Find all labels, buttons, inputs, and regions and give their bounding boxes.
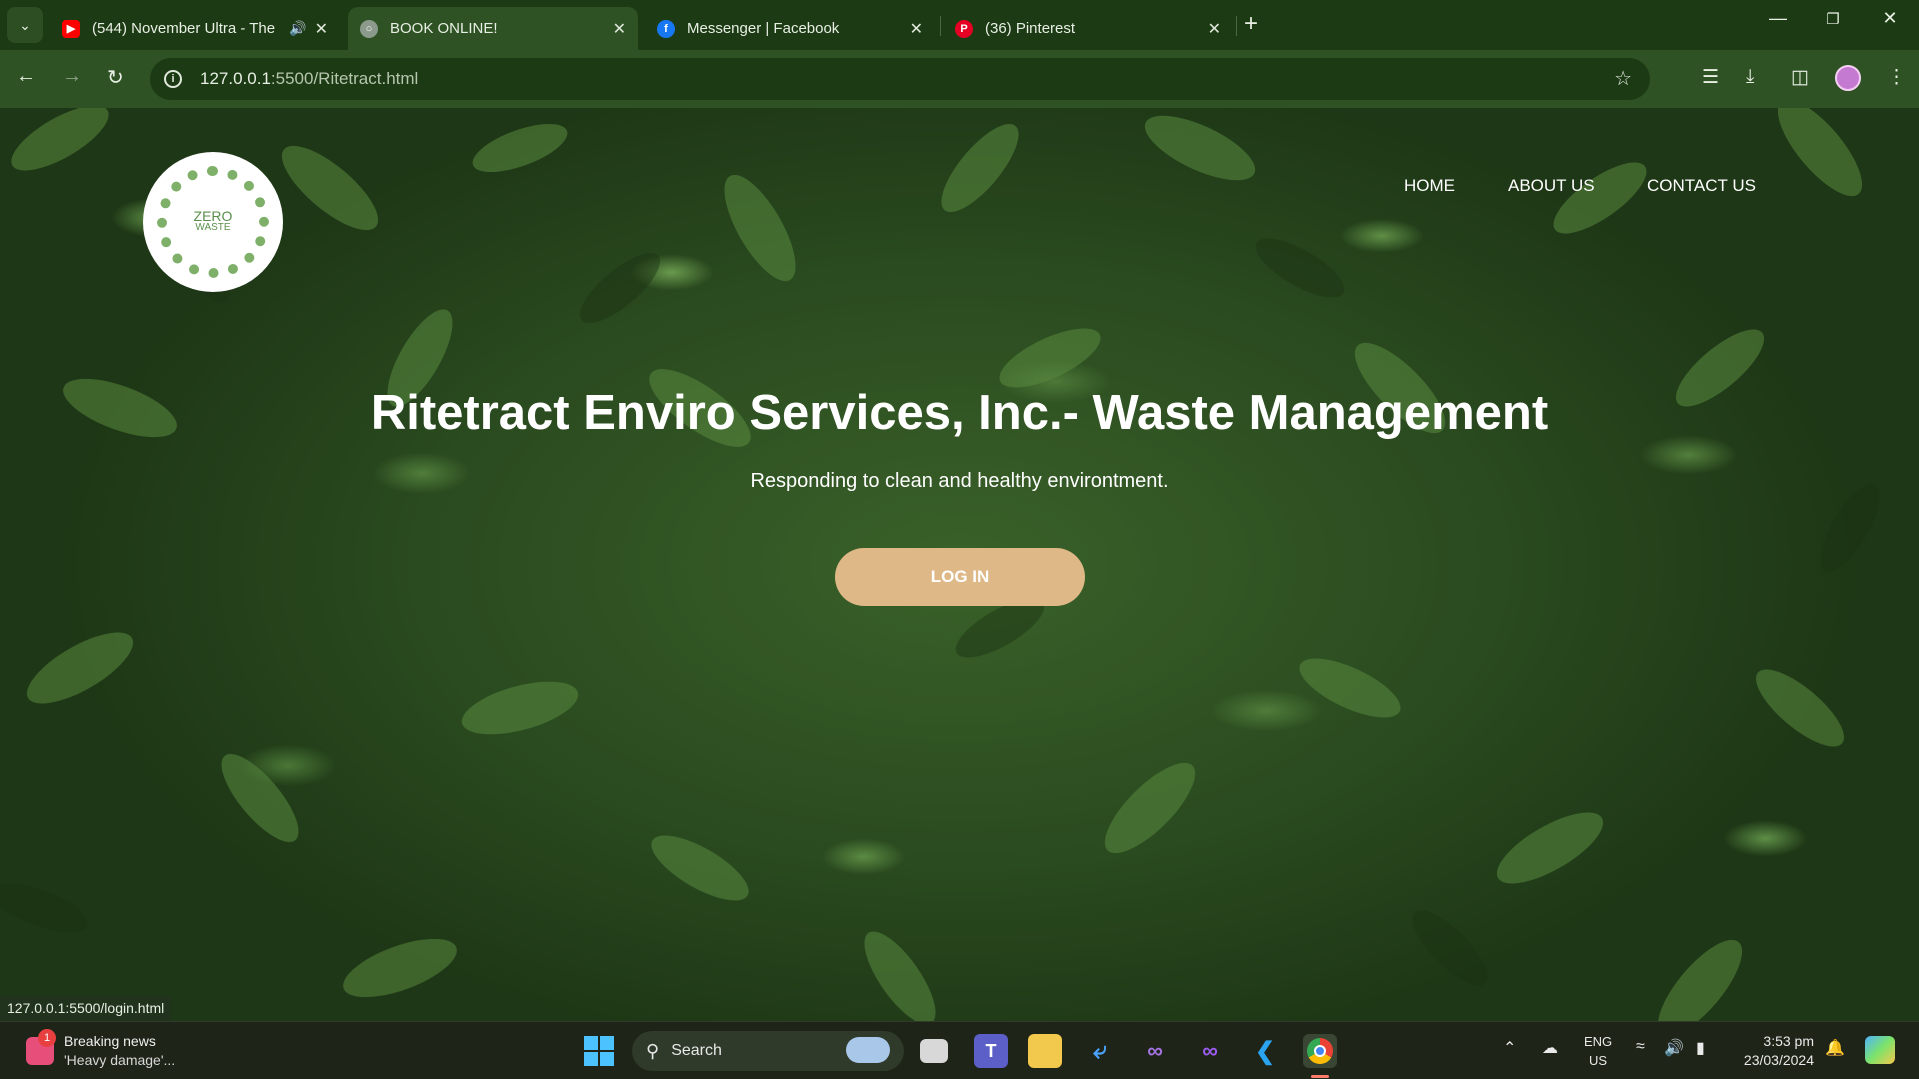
login-button[interactable]: LOG IN <box>835 548 1085 606</box>
close-window-icon[interactable]: ✕ <box>1870 8 1910 29</box>
address-bar[interactable]: i 127.0.0.1:5500/Ritetract.html ☆ <box>150 58 1650 100</box>
zero-waste-logo[interactable]: ZERO WASTE <box>143 152 283 292</box>
news-widget[interactable]: 1 Breaking news 'Heavy damage'... <box>26 1029 176 1070</box>
windows-start-icon[interactable] <box>584 1036 614 1066</box>
side-panel-icon[interactable]: ◫ <box>1791 66 1809 89</box>
url-text[interactable]: 127.0.0.1:5500/Ritetract.html <box>200 69 418 89</box>
restore-icon[interactable]: ❐ <box>1813 10 1853 28</box>
logo-text: ZERO WASTE <box>193 208 233 233</box>
tab-title: Messenger | Facebook <box>687 20 840 37</box>
chevron-down-icon: ⌄ <box>19 16 31 33</box>
bookmark-star-icon[interactable]: ☆ <box>1614 66 1632 91</box>
search-icon: ⚲ <box>646 1040 660 1061</box>
tab-messenger[interactable]: f Messenger | Facebook ✕ <box>645 7 935 50</box>
youtube-icon: ▶ <box>62 19 80 38</box>
language-indicator[interactable]: ENG US <box>1584 1032 1612 1070</box>
menu-kebab-icon[interactable]: ⋮ <box>1887 66 1906 89</box>
wifi-icon[interactable]: ≈ <box>1636 1038 1645 1056</box>
tab-title: (36) Pinterest <box>985 20 1076 37</box>
chrome-icon[interactable] <box>1303 1034 1337 1068</box>
active-app-indicator <box>1311 1075 1329 1078</box>
arrow-app-icon[interactable]: ⤶ <box>1083 1034 1117 1068</box>
onedrive-icon[interactable]: ☁ <box>1542 1038 1558 1058</box>
tab-pinterest[interactable]: P (36) Pinterest ✕ <box>943 7 1233 50</box>
tab-divider <box>940 16 941 36</box>
status-bar-url: 127.0.0.1:5500/login.html <box>0 996 172 1021</box>
visual-studio-icon[interactable]: ∞ <box>1138 1034 1172 1068</box>
news-text: Breaking news 'Heavy damage'... <box>64 1033 176 1068</box>
nav-contact-us[interactable]: CONTACT US <box>1647 176 1756 196</box>
visual-studio-preview-icon[interactable]: ∞ <box>1193 1034 1227 1068</box>
hero-subtitle: Responding to clean and healthy environt… <box>750 470 1169 492</box>
facebook-icon: f <box>657 19 675 38</box>
new-tab-button[interactable]: + <box>1244 10 1258 38</box>
close-icon[interactable]: ✕ <box>910 19 923 39</box>
windows-taskbar: 1 Breaking news 'Heavy damage'... ⚲ Sear… <box>0 1021 1919 1079</box>
media-controls-icon[interactable]: ☰ <box>1702 66 1719 89</box>
reload-icon[interactable]: ↻ <box>107 65 124 90</box>
tray-chevron-up-icon[interactable]: ⌃ <box>1503 1038 1516 1058</box>
close-icon[interactable]: ✕ <box>613 19 626 39</box>
tab-title: BOOK ONLINE! <box>390 20 498 37</box>
speaker-icon[interactable]: 🔊 <box>289 20 306 37</box>
tab-youtube[interactable]: ▶ (544) November Ultra - The 🔊 ✕ <box>50 7 340 50</box>
globe-icon: ○ <box>360 19 378 38</box>
tab-book-online[interactable]: ○ BOOK ONLINE! ✕ <box>348 7 638 50</box>
battery-icon[interactable]: ▮ <box>1696 1038 1705 1058</box>
news-icon: 1 <box>26 1029 56 1065</box>
profile-avatar[interactable] <box>1835 65 1861 91</box>
copilot-icon[interactable] <box>1865 1036 1895 1064</box>
notification-bell-icon[interactable]: 🔔 <box>1825 1038 1845 1058</box>
download-icon[interactable]: ⤓ <box>1746 66 1754 88</box>
tab-divider <box>1236 16 1237 36</box>
minimize-icon[interactable]: — <box>1758 8 1798 29</box>
notification-badge: 1 <box>38 1029 56 1047</box>
page-viewport: ZERO WASTE HOME ABOUT US CONTACT US Rite… <box>0 108 1919 1021</box>
tab-title: (544) November Ultra - The <box>92 20 276 37</box>
close-icon[interactable]: ✕ <box>315 19 328 39</box>
nav-about-us[interactable]: ABOUT US <box>1508 176 1595 196</box>
logo-ring: ZERO WASTE <box>157 166 269 278</box>
forward-icon[interactable]: → <box>62 65 82 88</box>
file-explorer-icon[interactable] <box>1028 1034 1062 1068</box>
close-icon[interactable]: ✕ <box>1208 19 1221 39</box>
search-label: Search <box>671 1042 722 1059</box>
pinterest-icon: P <box>955 19 973 38</box>
vscode-icon[interactable]: ❮ <box>1248 1034 1282 1068</box>
volume-icon[interactable]: 🔊 <box>1664 1038 1684 1058</box>
system-clock[interactable]: 3:53 pm 23/03/2024 <box>1728 1032 1814 1070</box>
teams-icon[interactable]: T <box>974 1034 1008 1068</box>
nav-home[interactable]: HOME <box>1404 176 1455 196</box>
weather-cloud-icon <box>846 1037 890 1063</box>
tab-search-button[interactable]: ⌄ <box>7 7 43 43</box>
task-view-icon[interactable] <box>920 1039 948 1063</box>
site-info-icon[interactable]: i <box>164 70 182 88</box>
back-icon[interactable]: ← <box>16 65 36 88</box>
hero-title: Ritetract Enviro Services, Inc.- Waste M… <box>370 386 1549 440</box>
taskbar-search[interactable]: ⚲ Search <box>632 1031 904 1071</box>
